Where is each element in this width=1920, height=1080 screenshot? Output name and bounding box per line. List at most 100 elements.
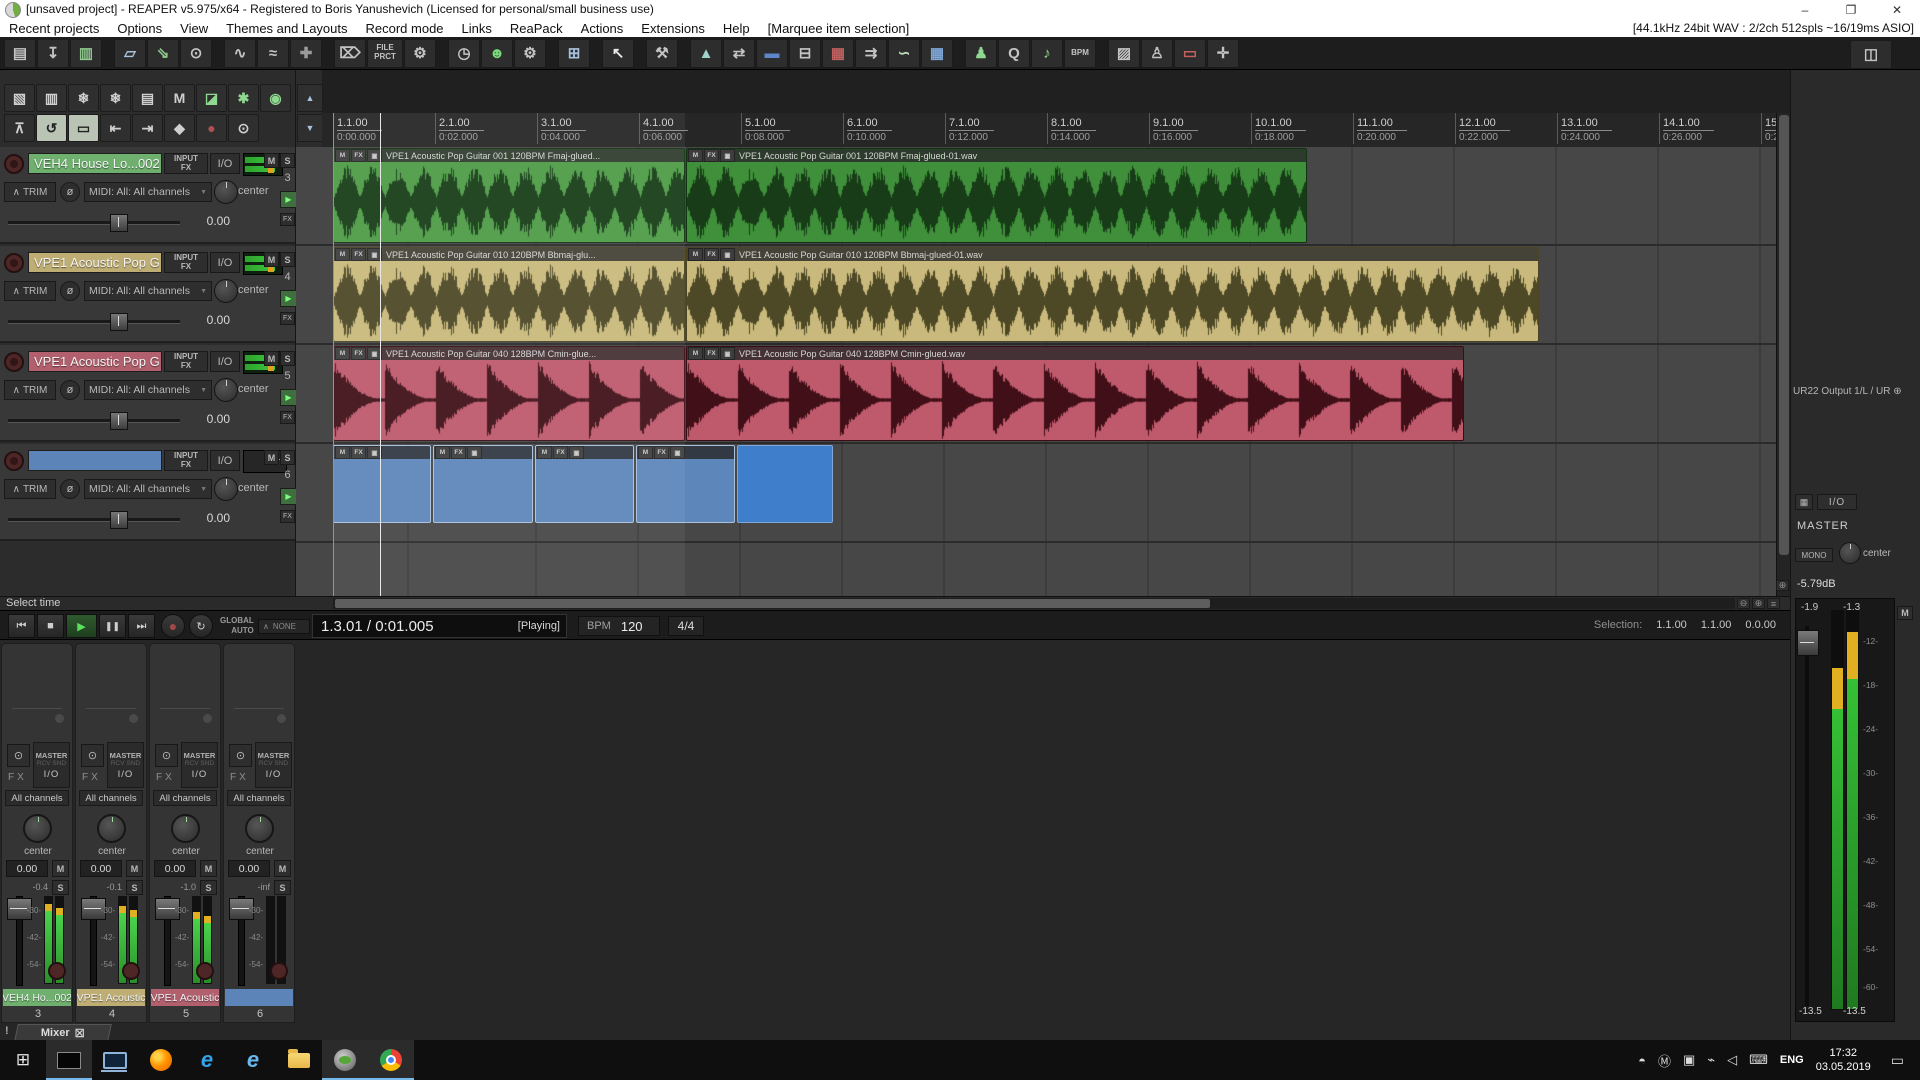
fixed-lanes-icon[interactable]: ▦ [822,39,854,68]
freeze-off-icon[interactable]: ❄ [68,84,99,112]
tray-m-app-icon[interactable]: Ⓜ [1658,1051,1671,1070]
phase-button[interactable]: ø [60,281,80,301]
menu-reapack[interactable]: ReaPack [501,21,572,36]
pan-knob[interactable] [245,814,274,843]
item-fx-icon[interactable]: FX [351,446,366,459]
master-fx-icon[interactable]: ▦ [1795,494,1813,510]
bpm-display[interactable]: BPM 120 [578,616,660,636]
item-fx-icon[interactable]: FX [553,446,568,459]
fx-label[interactable]: FX [8,772,27,783]
compass-tool-icon[interactable]: ⊼ [4,114,35,142]
scroll-down-icon[interactable]: ▼ [297,114,323,142]
solo-button[interactable]: S [280,153,295,168]
monitor-input-button[interactable]: ▶ [280,488,297,505]
track-name-field[interactable]: VPE1 Acoustic Pop G [28,351,162,372]
taskbar-reaper-icon[interactable] [322,1040,368,1080]
language-indicator[interactable]: ENG [1780,1054,1804,1066]
midi-item[interactable]: MFX▣ [433,445,533,523]
trim-envelope-button[interactable]: ∧TRIM [4,182,56,202]
fx-power-icon[interactable]: ⊙ [7,744,30,767]
taskbar-edge-icon[interactable]: e [184,1040,230,1080]
menu-options[interactable]: Options [108,21,171,36]
fx-button[interactable]: FX [280,510,295,523]
transport-position-display[interactable]: 1.3.01 / 0:01.005 [Playing] [312,614,567,638]
scroll-up-icon[interactable]: ▲ [297,84,323,112]
item-mute-icon[interactable]: M [335,347,350,360]
taskbar-window-thumbnail[interactable] [46,1040,92,1080]
trim-envelope-button[interactable]: ∧TRIM [4,479,56,499]
project-settings-icon[interactable]: ⚙ [404,39,436,68]
menu-links[interactable]: Links [453,21,501,36]
item-fx-icon[interactable]: FX [704,347,719,360]
record-arm-button[interactable] [122,962,140,980]
horizontal-scrollbar[interactable] [333,598,1735,609]
item-fx-icon[interactable]: FX [704,149,719,162]
item-fx-icon[interactable]: FX [451,446,466,459]
hammer-tool-icon[interactable]: ⚒ [646,39,678,68]
io-button[interactable]: I/O [210,252,240,273]
quantize-icon[interactable]: Q [998,39,1030,68]
preferences-icon[interactable]: ⚙ [514,39,546,68]
taskbar-chrome-icon[interactable] [368,1040,414,1080]
midi-editor-icon[interactable]: ♪ [1031,39,1063,68]
repeat-button[interactable]: ↻ [189,614,213,638]
strip-name[interactable]: VEH4 Ho...002 [3,989,71,1006]
monitor-input-button[interactable]: ▶ [280,290,297,307]
input-fx-button[interactable]: INPUTFX [164,153,208,174]
midi-input-dropdown[interactable]: MIDI: All: All channels▼ [84,281,212,301]
channels-selector[interactable]: All channels [153,790,217,806]
item-mute-icon[interactable]: M [335,446,350,459]
time-signature-display[interactable]: 4/4 [668,616,704,636]
zoom-in-icon[interactable]: ⊕ [1776,580,1789,591]
media-explorer-icon[interactable]: ⊙ [180,39,212,68]
master-fader[interactable] [1797,630,1819,656]
item-fx-icon[interactable]: FX [351,149,366,162]
solo-button[interactable]: S [52,880,69,895]
metronome-icon[interactable]: ◷ [448,39,480,68]
menu-recent-projects[interactable]: Recent projects [0,21,108,36]
render-icon[interactable]: ↧ [37,39,69,68]
mono-button[interactable]: MONO [1795,548,1833,562]
midi-item[interactable]: MFX▣ [636,445,735,523]
record-button[interactable]: ● [161,614,185,638]
mute-button[interactable]: M [264,252,279,267]
volume-fader[interactable] [8,316,180,326]
item-props-icon[interactable]: ▣ [720,149,735,162]
selection-display[interactable]: Selection: 1.1.00 1.1.00 0.0.00 [1594,619,1776,631]
mixer-tab[interactable]: Mixer☒ [14,1024,112,1041]
open-project-icon[interactable]: ▥ [70,39,102,68]
item-props-icon[interactable]: ▣ [720,248,735,261]
solo-button[interactable]: S [280,450,295,465]
solo-button[interactable]: S [126,880,143,895]
pan-knob[interactable] [214,180,238,204]
media-item[interactable]: MFX▣VPE1 Acoustic Pop Guitar 001 120BPM … [333,148,685,243]
audio-device-monitor-icon[interactable]: ◫ [1850,40,1892,69]
input-fx-button[interactable]: INPUTFX [164,450,208,471]
record-arm-button[interactable] [48,962,66,980]
volume-value[interactable]: 0.00 [154,860,196,877]
action-center-icon[interactable]: ▭ [1883,1052,1912,1069]
item-mute-icon[interactable]: M [335,149,350,162]
fx-label[interactable]: FX [156,772,175,783]
item-fx-icon[interactable]: FX [351,248,366,261]
volume-fader[interactable] [8,415,180,425]
hzoom-plus-icon[interactable]: ⊕ [1752,598,1765,609]
cleanup-icon[interactable]: ⌦ [334,39,366,68]
color-cycle-icon[interactable]: ▧ [4,84,35,112]
group-items-icon[interactable]: ♟ [965,39,997,68]
item-mute-icon[interactable]: M [688,248,703,261]
envelope-points-icon[interactable]: ∽ [888,39,920,68]
record-arm-button[interactable] [4,154,24,174]
pan-knob[interactable] [214,477,238,501]
midi-item[interactable]: MFX▣ [333,445,431,523]
pan-knob[interactable] [214,378,238,402]
track-name-field[interactable]: VEH4 House Lo...002 [28,153,162,174]
media-item[interactable]: MFX▣VPE1 Acoustic Pop Guitar 010 120BPM … [333,247,685,342]
fx-power-icon[interactable]: ⊙ [155,744,178,767]
move-items-icon[interactable]: ⇉ [855,39,887,68]
pin-tool-icon[interactable]: ✛ [1207,39,1239,68]
item-mute-icon[interactable]: M [688,149,703,162]
monitor-input-button[interactable]: ▶ [280,191,297,208]
pan-knob[interactable] [23,814,52,843]
routing-button[interactable]: MASTERRCV SNDI/O [107,742,144,788]
